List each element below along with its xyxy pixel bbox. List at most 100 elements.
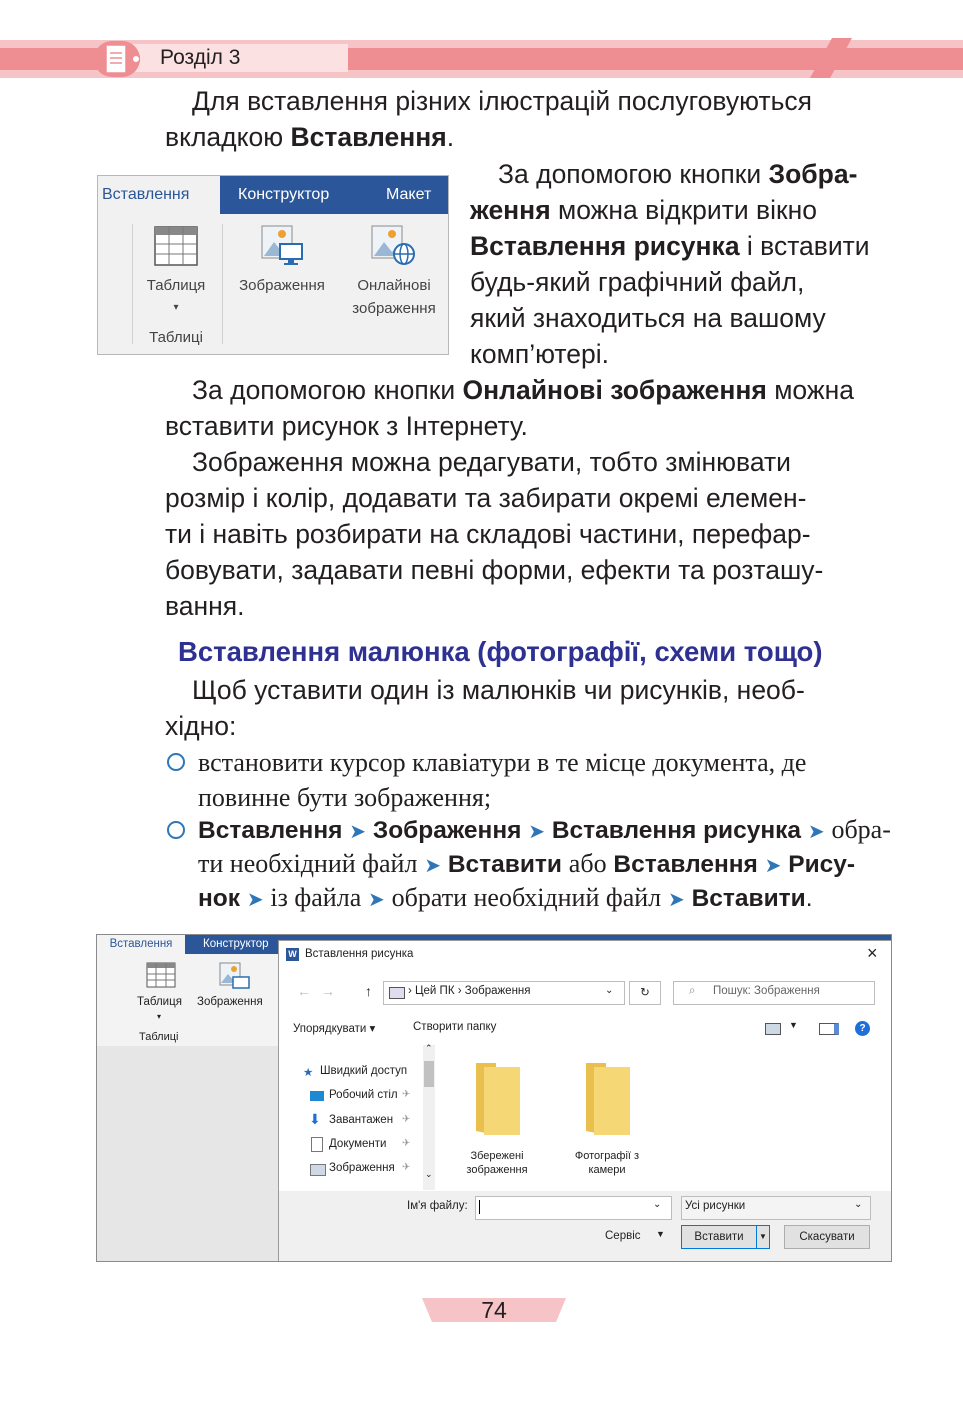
para3-line-4: бовувати, задавати певні форми, ефекти т… [165,555,824,585]
bullet2-line-3: нок ➤ із файла ➤ обрати необхідний файл … [198,883,813,912]
para1-line-4: будь-який графічний файл, [470,267,805,297]
para1-line-6: комп’ютері. [470,339,609,369]
nav-item-downloads[interactable]: Завантажен [329,1114,393,1126]
view-icon[interactable] [765,1023,781,1035]
picture-icon [219,962,250,989]
chevron-down-icon[interactable]: ⌄ [854,1199,862,1210]
para4-line-1: Щоб уставити один із малюнків чи рисункі… [192,675,805,705]
ribbon-figure: Вставлення Конструктор Макет Таблиця ▾ Т… [97,175,449,355]
bullet1-line-2: повинне бути зображення; [198,783,492,812]
header-right-stripe [840,48,963,70]
nav-item-pictures[interactable]: Зображення [329,1162,395,1174]
para1-line-2: ження можна відкрити вікно [470,195,817,225]
folder-label-2a[interactable]: Фотографії з [557,1150,657,1162]
section-heading: Вставлення малюнка (фотографії, схеми то… [178,636,823,667]
arrow-right-icon: ➤ [807,821,825,843]
up-arrow-icon[interactable]: ↑ [365,983,372,999]
chevron-down-icon[interactable]: ⌄ [425,1169,433,1180]
para2-line-2: вставити рисунок з Інтернету. [165,411,528,441]
folder-label-1b[interactable]: зображення [447,1164,547,1176]
picture-button-label[interactable]: Зображення [228,274,336,297]
chevron-up-icon[interactable]: ⌃ [425,1043,433,1054]
documents-icon [311,1137,323,1152]
nav-item-desktop[interactable]: Робочий стіл [329,1089,398,1101]
circle-bullet-icon [167,753,185,771]
nav-item-documents[interactable]: Документи [329,1138,386,1150]
arrow-right-icon: ➤ [246,889,264,911]
search-icon: ⌕ [689,985,696,997]
insert-picture-dialog: W Вставлення рисунка × ← → ↑ › Цей ПК › … [278,940,891,1261]
tools-button[interactable]: Сервіс [605,1230,641,1242]
table-button-label[interactable]: Таблиця [138,274,214,297]
word-picture-label[interactable]: Зображення [197,996,263,1008]
tab-design[interactable]: Конструктор [238,176,329,214]
pc-icon [389,987,405,999]
preview-pane-icon[interactable] [819,1023,839,1035]
para1-line-5: який знаходиться на вашому [470,303,826,333]
book-icon [94,41,140,77]
dialog-title: Вставлення рисунка [305,948,414,960]
close-icon[interactable]: × [867,943,878,964]
intro-line-1: Для вставлення різних ілюстрацій послуго… [192,86,812,116]
pin-icon: ✈ [402,1114,411,1125]
download-icon: ⬇ [309,1111,321,1127]
arrow-right-icon: ➤ [764,855,782,877]
page-number: 74 [481,1297,507,1323]
insert-dropdown-icon[interactable]: ▼ [756,1225,770,1249]
folder-label-1a[interactable]: Збережені [447,1150,547,1162]
intro-line-2: вкладкою Вставлення. [165,122,455,152]
new-folder-button[interactable]: Створити папку [413,1021,496,1033]
pin-icon: ✈ [402,1138,411,1149]
para4-line-2: хідно: [165,711,237,741]
section-label: Розділ 3 [160,46,241,69]
word-table-label[interactable]: Таблиця [137,996,182,1008]
online-picture-label-2[interactable]: зображення [342,297,446,320]
arrow-right-icon: ➤ [368,889,385,911]
ribbon-group-label: Таблиці [149,329,203,346]
para3-line-1: Зображення можна редагувати, тобто зміню… [192,447,791,477]
search-placeholder: Пошук: Зображення [713,985,820,997]
help-icon[interactable]: ? [855,1021,870,1036]
chevron-down-icon[interactable]: ⌄ [605,985,613,996]
text-cursor [479,1200,480,1214]
folder-icon [476,1063,520,1135]
insert-button[interactable]: Вставити [681,1225,757,1249]
word-tab-insert[interactable]: Вставлення [97,935,185,954]
word-group-label: Таблиці [139,1031,179,1043]
nav-item-quick-access[interactable]: Швидкий доступ [320,1065,407,1077]
picture-icon [261,225,303,265]
arrow-right-icon: ➤ [349,821,367,843]
chevron-down-icon[interactable]: ▼ [656,1229,665,1239]
tab-layout[interactable]: Макет [386,176,431,214]
chevron-down-icon[interactable]: ▼ [789,1020,798,1030]
forward-arrow-icon[interactable]: → [321,983,335,999]
back-arrow-icon[interactable]: ← [297,983,311,999]
filename-input[interactable] [475,1196,672,1220]
folder-label-2b[interactable]: камери [557,1164,657,1176]
para1-line-3: Вставлення рисунка і вставити [470,231,870,261]
tab-insert[interactable]: Вставлення [98,176,220,214]
chevron-down-icon: ▾ [157,1012,162,1021]
pin-icon: ✈ [402,1089,411,1100]
online-picture-label-1[interactable]: Онлайнові [342,274,446,297]
para3-line-5: вання. [165,591,245,621]
refresh-icon[interactable]: ↻ [629,981,661,1005]
bullet2-line-1: Вставлення ➤ Зображення ➤ Вставлення рис… [198,815,891,844]
scrollbar-thumb[interactable] [424,1061,434,1087]
table-icon [154,226,198,266]
chevron-down-icon[interactable]: ⌄ [653,1199,661,1210]
bullet2-line-2: ти необхідний файл ➤ Вставити або Вставл… [198,849,856,878]
star-icon: ★ [303,1067,314,1079]
word-tab-design[interactable]: Конструктор [203,935,269,954]
arrow-right-icon: ➤ [667,889,685,911]
online-picture-icon [371,225,415,265]
ribbon-separator [222,224,223,344]
organize-button[interactable]: Упорядкувати ▾ [293,1021,375,1035]
chevron-down-icon: ▾ [173,302,179,313]
pictures-icon [310,1164,326,1176]
ribbon-separator [132,224,133,344]
para2-line-1: За допомогою кнопки Онлайнові зображення… [192,375,854,405]
cancel-button[interactable]: Скасувати [784,1225,870,1249]
para3-line-2: розмір і колір, додавати та забирати окр… [165,483,807,513]
pin-icon: ✈ [402,1162,411,1173]
